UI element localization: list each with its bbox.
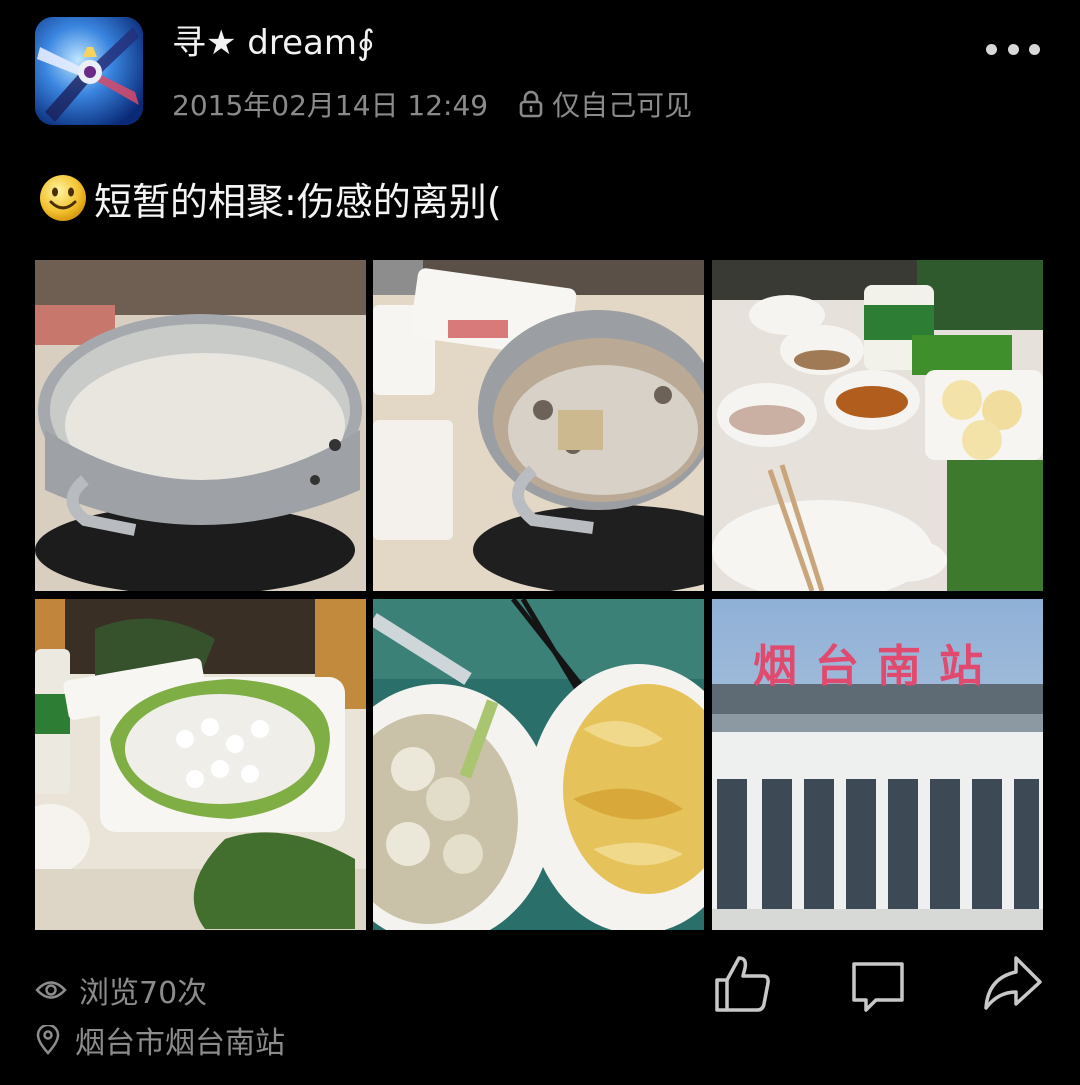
- cauliflower-shrimp-image: [373, 599, 704, 930]
- location[interactable]: 烟台市烟台南站: [35, 1018, 285, 1062]
- more-dot-icon: [1029, 43, 1040, 55]
- location-pin-icon: [36, 1025, 60, 1055]
- post-date: 2015年02月14日 12:49: [172, 89, 489, 122]
- more-dot-icon: [986, 43, 997, 55]
- author-name[interactable]: 寻★ dream∮: [172, 18, 375, 68]
- hotpot-image: [35, 260, 366, 591]
- comment-icon: [852, 962, 904, 1012]
- smiley-face-icon: [40, 175, 86, 221]
- share-icon: [984, 956, 1042, 1010]
- share-button[interactable]: [980, 952, 1044, 1016]
- sauces-table-image: [712, 260, 1043, 591]
- station-sign-text: 烟台南站: [753, 641, 1001, 692]
- visibility-label: 仅自己可见: [552, 89, 693, 122]
- post-image-6[interactable]: 烟台南站: [712, 599, 1043, 930]
- post-image-4[interactable]: [35, 599, 366, 930]
- view-count: 浏览70次: [35, 968, 207, 1012]
- hotpot-meat-image: [373, 260, 704, 591]
- shrimp-balls-image: [35, 599, 366, 930]
- location-label: 烟台市烟台南站: [75, 1026, 285, 1061]
- like-icon: [715, 956, 770, 1012]
- post-content: 短暂的相聚:伤感的离别(: [38, 168, 502, 228]
- gundam-avatar-icon: [35, 17, 143, 125]
- lock-icon: [519, 90, 543, 118]
- image-grid: 烟台南站: [35, 260, 1043, 930]
- avatar[interactable]: [35, 17, 143, 125]
- post-image-2[interactable]: [373, 260, 704, 591]
- post-text: 短暂的相聚:伤感的离别(: [94, 179, 502, 224]
- comment-button[interactable]: [846, 952, 910, 1016]
- post-image-5[interactable]: [373, 599, 704, 930]
- yantai-station-image: 烟台南站: [712, 599, 1043, 930]
- view-count-label: 浏览70次: [79, 976, 208, 1011]
- eye-icon: [35, 981, 67, 999]
- post-meta: 2015年02月14日 12:49 仅自己可见: [172, 82, 692, 126]
- post-image-1[interactable]: [35, 260, 366, 591]
- more-options-button[interactable]: [986, 32, 1040, 66]
- like-button[interactable]: [711, 952, 775, 1016]
- post-image-3[interactable]: [712, 260, 1043, 591]
- more-dot-icon: [1007, 43, 1019, 55]
